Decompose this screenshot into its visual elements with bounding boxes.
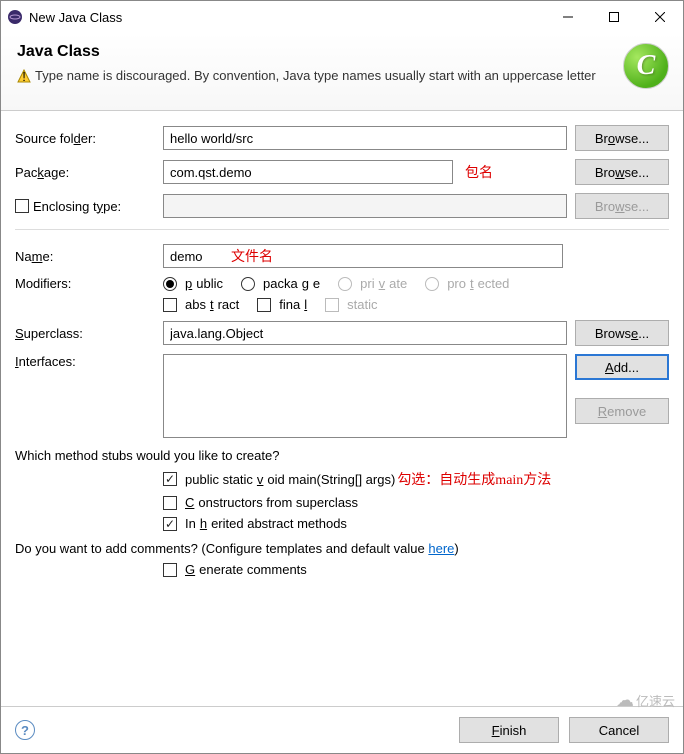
modifiers-label: Modifiers:: [15, 276, 155, 291]
superclass-label: Superclass:: [15, 326, 155, 341]
generate-comments-option[interactable]: Generate comments: [163, 562, 307, 577]
modifier-abstract[interactable]: abstract: [163, 297, 239, 312]
modifier-protected: protected: [425, 276, 509, 291]
package-annotation: 包名: [465, 162, 493, 182]
modifier-static: static: [325, 297, 377, 312]
warning-icon: !: [17, 69, 31, 86]
browse-superclass-button[interactable]: Browse...: [575, 320, 669, 346]
package-input[interactable]: [163, 160, 453, 184]
source-folder-input[interactable]: [163, 126, 567, 150]
browse-package-button[interactable]: Browse...: [575, 159, 669, 185]
help-icon[interactable]: ?: [15, 720, 35, 740]
name-label: Name:: [15, 249, 155, 264]
interfaces-label: Interfaces:: [15, 354, 155, 369]
dialog-heading: Java Class: [17, 43, 667, 61]
configure-link[interactable]: here: [428, 541, 454, 556]
stubs-question-label: Which method stubs would you like to cre…: [15, 448, 669, 463]
comments-question-label: Do you want to add comments? (Configure …: [15, 541, 459, 556]
modifier-public[interactable]: public: [163, 276, 223, 291]
close-button[interactable]: [637, 1, 683, 33]
filename-annotation: 文件名: [231, 246, 273, 266]
browse-enclosing-button: Browse...: [575, 193, 669, 219]
remove-interface-button: Remove: [575, 398, 669, 424]
modifier-private: private: [338, 276, 407, 291]
maximize-button[interactable]: [591, 1, 637, 33]
eclipse-icon: [7, 9, 23, 25]
interfaces-listbox[interactable]: [163, 354, 567, 438]
source-folder-label: Source folder:: [15, 131, 155, 146]
name-input[interactable]: [163, 244, 563, 268]
superclass-input[interactable]: [163, 321, 567, 345]
warning-text: Type name is discouraged. By convention,…: [35, 67, 596, 85]
package-label: Package:: [15, 165, 155, 180]
stub-inherited-option[interactable]: Inherited abstract methods: [163, 516, 669, 531]
enclosing-type-input: [163, 194, 567, 218]
add-interface-button[interactable]: Add...: [575, 354, 669, 380]
stub-main-option[interactable]: public static void main(String[] args): [163, 472, 395, 487]
enclosing-type-checkbox[interactable]: [15, 199, 29, 213]
browse-source-button[interactable]: Browse...: [575, 125, 669, 151]
stub-constructors-option[interactable]: Constructors from superclass: [163, 495, 669, 510]
cancel-button[interactable]: Cancel: [569, 717, 669, 743]
modifier-final[interactable]: final: [257, 297, 307, 312]
svg-text:!: !: [22, 69, 26, 83]
main-annotation: 勾选：自动生成main方法: [397, 469, 551, 489]
window-title: New Java Class: [29, 10, 545, 25]
finish-button[interactable]: Finish: [459, 717, 559, 743]
modifier-package[interactable]: package: [241, 276, 320, 291]
enclosing-type-option[interactable]: Enclosing type:: [15, 199, 155, 214]
class-icon: C: [623, 43, 669, 89]
minimize-button[interactable]: [545, 1, 591, 33]
